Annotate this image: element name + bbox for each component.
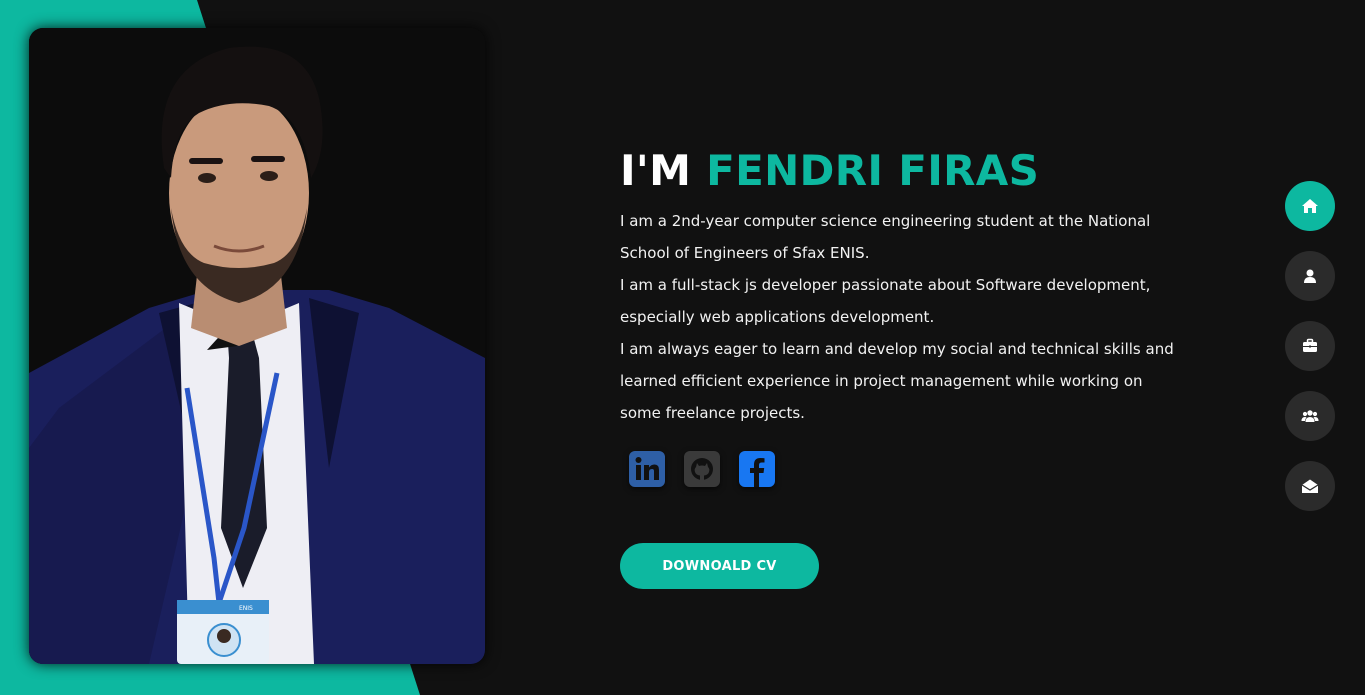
nav-contact-button[interactable] — [1285, 461, 1335, 511]
user-icon — [1304, 269, 1316, 283]
nav-team-button[interactable] — [1285, 391, 1335, 441]
social-links — [620, 451, 1180, 487]
linkedin-link[interactable] — [629, 451, 665, 487]
intro-block: I'M FENDRI FIRAS I am a 2nd-year compute… — [620, 145, 1180, 487]
bio-paragraph: I am a 2nd-year computer science enginee… — [620, 212, 1151, 262]
download-cv-button[interactable]: DOWNOALD CV — [620, 543, 819, 589]
envelope-open-icon — [1301, 479, 1319, 493]
page-title: I'M FENDRI FIRAS — [620, 145, 1180, 197]
side-navigation — [1285, 181, 1335, 531]
facebook-link[interactable] — [739, 451, 775, 487]
home-section: ENIS I'M FENDRI FIRAS I am a 2nd-year co… — [0, 0, 1365, 695]
title-prefix: I'M — [620, 146, 692, 195]
bio-paragraph: I am always eager to learn and develop m… — [620, 340, 1174, 422]
home-icon — [1302, 199, 1318, 213]
title-name: FENDRI FIRAS — [706, 146, 1040, 195]
github-link[interactable] — [684, 451, 720, 487]
bio-text: I am a 2nd-year computer science enginee… — [620, 205, 1180, 429]
profile-photo: ENIS — [29, 28, 485, 664]
github-icon — [684, 451, 720, 487]
nav-portfolio-button[interactable] — [1285, 321, 1335, 371]
linkedin-icon — [629, 451, 665, 487]
nav-home-button[interactable] — [1285, 181, 1335, 231]
briefcase-icon — [1303, 338, 1317, 352]
nav-about-button[interactable] — [1285, 251, 1335, 301]
badge-label: ENIS — [239, 605, 253, 612]
users-icon — [1301, 410, 1319, 422]
bio-paragraph: I am a full-stack js developer passionat… — [620, 276, 1151, 326]
facebook-icon — [739, 451, 775, 487]
